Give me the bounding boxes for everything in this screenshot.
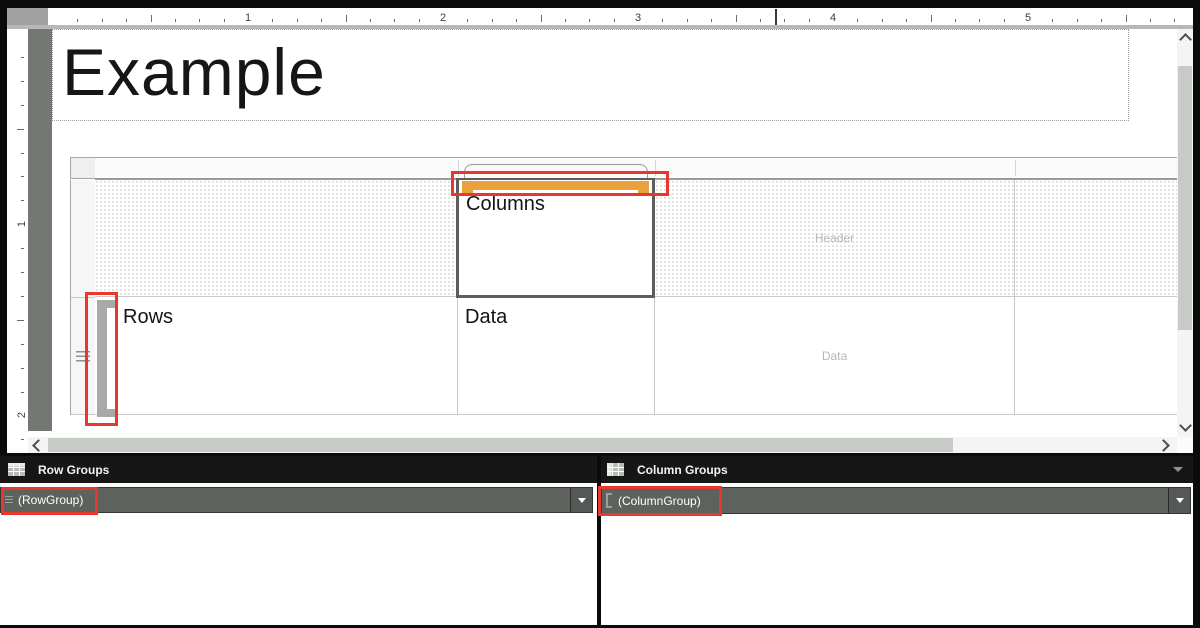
vertical-ruler: 12 xyxy=(7,29,28,453)
column-groups-icon xyxy=(607,463,624,476)
data-cell-text: Data xyxy=(465,306,507,329)
annotation-row-bracket xyxy=(85,292,118,426)
scroll-down-button[interactable] xyxy=(1177,417,1193,433)
columns-cell-text: Columns xyxy=(466,193,545,216)
tablix-cell-data-placeholder[interactable]: Data xyxy=(655,297,1015,415)
chevron-down-icon xyxy=(1179,419,1192,432)
chevron-right-icon xyxy=(1157,439,1170,452)
title-textbox[interactable]: Example xyxy=(52,29,1129,121)
dropdown-arrow-icon xyxy=(578,498,586,503)
scroll-left-button[interactable] xyxy=(30,437,46,453)
scroll-right-button[interactable] xyxy=(1155,437,1171,453)
dropdown-arrow-icon xyxy=(1176,498,1184,503)
tablix-cell-empty-header[interactable] xyxy=(95,180,458,297)
chevron-up-icon xyxy=(1179,33,1192,46)
header-placeholder-text: Header xyxy=(655,180,1014,296)
chevron-left-icon xyxy=(32,439,45,452)
scrollbar-corner xyxy=(1177,437,1193,453)
horizontal-ruler: 12345 xyxy=(48,8,1193,25)
row-groups-title: Row Groups xyxy=(38,463,109,477)
data-placeholder-text: Data xyxy=(655,297,1014,414)
row-groups-pane-header: Row Groups xyxy=(0,456,597,483)
tablix-cell-rows[interactable]: Rows xyxy=(95,297,458,415)
title-text: Example xyxy=(62,34,326,110)
annotation-columngroup-item xyxy=(598,486,722,516)
ruler-corner xyxy=(7,8,48,25)
vertical-scrollbar-thumb[interactable] xyxy=(1178,66,1192,330)
column-group-dropdown-button[interactable] xyxy=(1168,488,1190,513)
column-handle-separator xyxy=(1015,160,1016,176)
tablix-cell-data[interactable]: Data xyxy=(458,297,655,415)
row-group-dropdown-button[interactable] xyxy=(570,488,592,512)
tablix-cell-clipped-data[interactable] xyxy=(1015,297,1177,415)
annotation-column-handle xyxy=(451,171,669,196)
design-margin-strip xyxy=(28,29,52,431)
horizontal-scrollbar[interactable] xyxy=(28,437,1177,453)
tablix-cell-clipped-header[interactable] xyxy=(1015,180,1177,297)
tablix-cell-header-placeholder[interactable]: Header xyxy=(655,180,1015,297)
vertical-scrollbar[interactable] xyxy=(1177,29,1193,437)
tablix-cell-columns-selected[interactable]: Columns xyxy=(456,178,655,298)
report-designer-window: 12345 12 Example Header Rows Data Data xyxy=(0,0,1200,628)
column-groups-pane-header: Column Groups xyxy=(601,456,1193,483)
row-groups-icon xyxy=(8,463,25,476)
ruler-cursor-mark xyxy=(775,9,777,25)
horizontal-scrollbar-thumb[interactable] xyxy=(48,438,953,452)
rows-cell-text: Rows xyxy=(123,306,173,329)
pane-collapse-icon[interactable] xyxy=(1173,467,1183,472)
annotation-rowgroup-item xyxy=(1,487,98,515)
scroll-up-button[interactable] xyxy=(1177,31,1193,47)
column-groups-title: Column Groups xyxy=(637,463,728,477)
tablix-corner-handle[interactable] xyxy=(70,157,96,179)
